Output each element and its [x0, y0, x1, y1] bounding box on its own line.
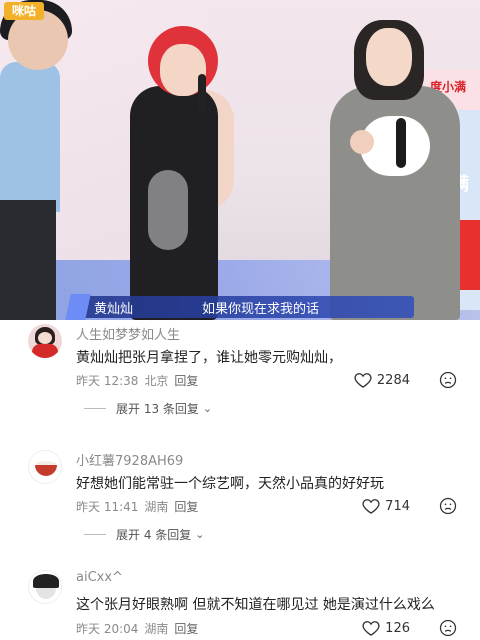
- chevron-down-icon: ⌄: [195, 528, 205, 541]
- reply-button[interactable]: 回复: [174, 374, 198, 388]
- microphone-icon: [198, 74, 206, 114]
- comment-date: 昨天 12:38: [76, 374, 139, 388]
- subtitle-speaker: 黄灿灿: [94, 302, 134, 317]
- like-button[interactable]: 714: [361, 496, 410, 516]
- dress-embroidery: [148, 170, 188, 250]
- person-right-head: [366, 28, 412, 86]
- comment-text[interactable]: 好想她们能常驻一个综艺啊，天然小品真的好好玩: [76, 473, 384, 493]
- comment-date: 昨天 20:04: [76, 622, 139, 636]
- comment-meta: 昨天 20:04 湖南 回复: [76, 620, 204, 637]
- like-button[interactable]: 126: [361, 618, 410, 638]
- subtitle-bar: 黄灿灿 如果你现在求我的话: [65, 294, 414, 320]
- comment-location: 湖南: [144, 500, 169, 514]
- person-right-hand: [350, 130, 374, 154]
- comment-meta: 昨天 11:41 湖南 回复: [76, 498, 204, 515]
- like-count: 126: [385, 620, 410, 636]
- frown-face-icon[interactable]: [438, 370, 458, 390]
- frown-face-icon[interactable]: [438, 496, 458, 516]
- subtitle-text: 如果你现在求我的话: [202, 302, 320, 317]
- like-count: 2284: [376, 372, 410, 388]
- channel-logo: 咪咕: [4, 2, 44, 20]
- expand-replies-button[interactable]: 展开 4 条回复 ⌄: [84, 526, 204, 543]
- comment-location: 北京: [144, 374, 169, 388]
- comment-date: 昨天 11:41: [76, 500, 139, 514]
- person-left-body: [0, 62, 60, 212]
- chevron-down-icon: ⌄: [202, 402, 213, 415]
- microphone-icon: [396, 118, 406, 168]
- like-button[interactable]: 2284: [353, 370, 410, 390]
- video-frame[interactable]: 度小满 满 咪咕 黄灿灿 如果你现在求我的话: [0, 0, 480, 320]
- avatar[interactable]: [28, 324, 62, 358]
- heart-outline-icon: [362, 499, 380, 514]
- comment-text[interactable]: 黄灿灿把张月拿捏了，谁让她零元购灿灿，: [76, 347, 342, 367]
- comment-text[interactable]: 这个张月好眼熟啊 但就不知道在哪见过 她是演过什么戏么: [76, 594, 435, 614]
- like-count: 714: [385, 498, 410, 514]
- avatar[interactable]: [28, 570, 62, 604]
- heart-outline-icon: [354, 373, 372, 388]
- heart-outline-icon: [362, 621, 380, 636]
- frown-face-icon[interactable]: [438, 618, 458, 638]
- expand-replies-button[interactable]: 展开 13 条回复 ⌄: [84, 400, 212, 417]
- reply-button[interactable]: 回复: [174, 622, 198, 636]
- comment-location: 湖南: [144, 622, 169, 636]
- comment-username[interactable]: 人生如梦梦如人生: [76, 324, 180, 343]
- comment-meta: 昨天 12:38 北京 回复: [76, 372, 204, 389]
- comment-username[interactable]: aiCxx^: [76, 570, 123, 585]
- comment-username[interactable]: 小红薯7928AH69: [76, 450, 183, 469]
- person-left-legs: [0, 200, 56, 320]
- avatar[interactable]: [28, 450, 62, 484]
- reply-button[interactable]: 回复: [174, 500, 198, 514]
